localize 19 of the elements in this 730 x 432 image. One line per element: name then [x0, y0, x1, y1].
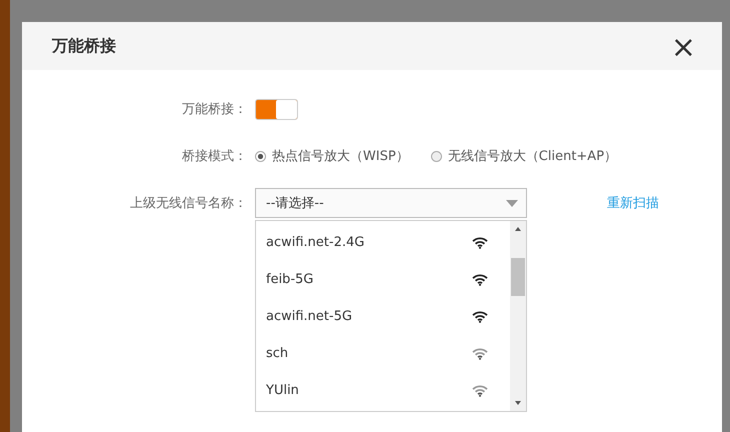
dialog-title: 万能桥接 [52, 36, 116, 56]
network-item[interactable]: YUlin [256, 372, 510, 409]
scroll-thumb[interactable] [511, 258, 525, 296]
network-item[interactable]: acwifi.net-2.4G [256, 224, 510, 261]
radio-option[interactable]: 热点信号放大（WISP） [255, 147, 409, 165]
field-label: 桥接模式： [181, 148, 248, 165]
select-field[interactable]: --请选择-- [255, 188, 527, 218]
network-item[interactable]: acwifi.net-5G [256, 298, 510, 335]
close-button[interactable]: × [666, 35, 700, 61]
caret-icon [506, 200, 518, 206]
toggle-switch[interactable] [255, 98, 298, 120]
radio-option[interactable]: 无线信号放大（Client+AP） [430, 147, 618, 165]
field-label: 上级无线信号名称： [129, 195, 248, 212]
network-item[interactable]: sch [256, 335, 510, 372]
scroll-up-icon[interactable] [515, 227, 521, 231]
field-label: 万能桥接： [181, 101, 248, 118]
scrollbar[interactable] [510, 221, 526, 411]
network-item[interactable]: feib-5G [256, 261, 510, 298]
scroll-down-icon[interactable] [515, 401, 521, 405]
